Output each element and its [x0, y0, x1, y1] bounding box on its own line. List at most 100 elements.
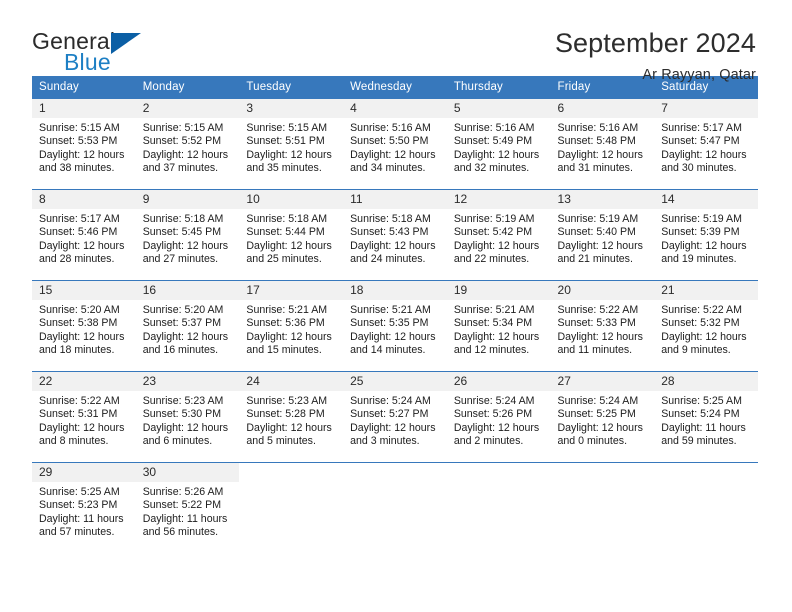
sunrise-text: Sunrise: 5:17 AM [39, 213, 120, 225]
day-details: Sunrise: 5:26 AM Sunset: 5:22 PM Daylight:… [136, 482, 240, 539]
week-row: 8 Sunrise: 5:17 AM Sunset: 5:46 PM Daylight… [32, 189, 758, 281]
day-cell[interactable]: 3 Sunrise: 5:15 AM Sunset: 5:51 PM Daylight… [239, 98, 344, 190]
week-row: 29 Sunrise: 5:25 AM Sunset: 5:23 PM Dayligh… [32, 462, 758, 551]
day-cell[interactable]: 19 Sunrise: 5:21 AM Sunset: 5:34 PM Dayligh… [446, 280, 551, 372]
day-cell[interactable]: 13 Sunrise: 5:19 AM Sunset: 5:40 PM Dayligh… [550, 189, 655, 281]
sunset-text: Sunset: 5:31 PM [39, 408, 118, 421]
day-cell-empty [343, 462, 447, 551]
general-blue-logo[interactable]: General Blue [32, 28, 162, 76]
day-cell[interactable]: 16 Sunrise: 5:20 AM Sunset: 5:37 PM Dayligh… [135, 280, 240, 372]
day-cell[interactable]: 21 Sunrise: 5:22 AM Sunset: 5:32 PM Dayligh… [654, 280, 758, 372]
day-cell[interactable]: 23 Sunrise: 5:23 AM Sunset: 5:30 PM Dayligh… [135, 371, 240, 463]
day-cell[interactable]: 5 Sunrise: 5:16 AM Sunset: 5:49 PM Daylight… [446, 98, 551, 190]
day-details: Sunrise: 5:24 AM Sunset: 5:27 PM Daylight:… [343, 391, 447, 448]
day-number: 23 [135, 372, 240, 391]
day-number [551, 463, 655, 482]
sunset-text: Sunset: 5:25 PM [557, 408, 636, 421]
day-cell[interactable]: 12 Sunrise: 5:19 AM Sunset: 5:42 PM Dayligh… [446, 189, 551, 281]
day-cell[interactable]: 18 Sunrise: 5:21 AM Sunset: 5:35 PM Dayligh… [343, 280, 447, 372]
day-cell[interactable]: 28 Sunrise: 5:25 AM Sunset: 5:24 PM Dayligh… [654, 371, 758, 463]
sunrise-text: Sunrise: 5:21 AM [453, 304, 535, 316]
daylight-text-line2: and 35 minutes. [246, 161, 322, 174]
day-cell[interactable]: 1 Sunrise: 5:15 AM Sunset: 5:53 PM Daylight… [32, 98, 136, 190]
day-number [654, 463, 758, 482]
daylight-text-line2: and 34 minutes. [350, 161, 426, 174]
weekday-header-thursday: Thursday [446, 76, 551, 99]
sunrise-text: Sunrise: 5:22 AM [39, 395, 120, 407]
daylight-text-line1: Daylight: 12 hours [142, 330, 229, 343]
day-number: 16 [135, 281, 240, 300]
day-cell[interactable]: 30 Sunrise: 5:26 AM Sunset: 5:22 PM Dayligh… [135, 462, 240, 551]
day-details: Sunrise: 5:16 AM Sunset: 5:48 PM Daylight:… [551, 118, 655, 175]
sunset-text: Sunset: 5:30 PM [142, 408, 222, 421]
sunrise-text: Sunrise: 5:18 AM [350, 213, 431, 225]
sunrise-text: Sunrise: 5:16 AM [557, 122, 639, 134]
day-cell[interactable]: 15 Sunrise: 5:20 AM Sunset: 5:38 PM Dayligh… [32, 280, 136, 372]
day-details: Sunrise: 5:24 AM Sunset: 5:26 PM Daylight:… [447, 391, 551, 448]
day-cell[interactable]: 8 Sunrise: 5:17 AM Sunset: 5:46 PM Daylight… [32, 189, 136, 281]
day-details: Sunrise: 5:22 AM Sunset: 5:33 PM Daylight:… [551, 300, 655, 357]
daylight-text-line1: Daylight: 12 hours [453, 239, 540, 252]
title-block: September 2024 Ar Rayyan, Qatar [555, 28, 758, 83]
daylight-text-line2: and 5 minutes. [246, 434, 316, 447]
day-number: 25 [343, 372, 447, 391]
daylight-text-line1: Daylight: 12 hours [350, 421, 436, 434]
day-cell[interactable]: 10 Sunrise: 5:18 AM Sunset: 5:44 PM Dayligh… [239, 189, 344, 281]
sunset-text: Sunset: 5:39 PM [661, 226, 740, 239]
day-cell[interactable]: 26 Sunrise: 5:24 AM Sunset: 5:26 PM Dayligh… [446, 371, 551, 463]
sunrise-text: Sunrise: 5:15 AM [39, 122, 120, 134]
day-cell[interactable]: 7 Sunrise: 5:17 AM Sunset: 5:47 PM Daylight… [654, 98, 758, 190]
day-number [447, 463, 551, 482]
sunset-text: Sunset: 5:44 PM [246, 226, 325, 239]
day-number: 5 [446, 99, 551, 118]
day-number: 8 [32, 190, 136, 209]
day-details: Sunrise: 5:19 AM Sunset: 5:40 PM Daylight:… [551, 209, 655, 266]
day-details: Sunrise: 5:23 AM Sunset: 5:28 PM Daylight:… [239, 391, 343, 448]
day-cell[interactable]: 25 Sunrise: 5:24 AM Sunset: 5:27 PM Dayligh… [343, 371, 447, 463]
day-details: Sunrise: 5:15 AM Sunset: 5:51 PM Daylight:… [239, 118, 343, 175]
sunset-text: Sunset: 5:43 PM [350, 226, 429, 239]
sunrise-text: Sunrise: 5:20 AM [39, 304, 120, 316]
day-details: Sunrise: 5:15 AM Sunset: 5:53 PM Daylight:… [32, 118, 136, 175]
day-number: 28 [654, 372, 758, 391]
daylight-text-line1: Daylight: 12 hours [661, 148, 747, 161]
day-details: Sunrise: 5:25 AM Sunset: 5:24 PM Daylight:… [654, 391, 758, 448]
sunrise-text: Sunrise: 5:15 AM [142, 122, 224, 134]
day-number: 14 [654, 190, 758, 209]
daylight-text-line1: Daylight: 12 hours [246, 239, 332, 252]
sunrise-text: Sunrise: 5:18 AM [142, 213, 224, 225]
day-cell[interactable]: 27 Sunrise: 5:24 AM Sunset: 5:25 PM Dayligh… [550, 371, 655, 463]
day-cell[interactable]: 9 Sunrise: 5:18 AM Sunset: 5:45 PM Daylight… [135, 189, 240, 281]
sunrise-text: Sunrise: 5:19 AM [557, 213, 639, 225]
calendar-page: General Blue September 2024 Ar Rayyan, Q… [0, 0, 792, 612]
daylight-text-line2: and 8 minutes. [39, 434, 109, 447]
day-cell[interactable]: 6 Sunrise: 5:16 AM Sunset: 5:48 PM Daylight… [550, 98, 655, 190]
day-cell[interactable]: 11 Sunrise: 5:18 AM Sunset: 5:43 PM Dayligh… [343, 189, 447, 281]
daylight-text-line2: and 9 minutes. [661, 343, 731, 356]
sunset-text: Sunset: 5:52 PM [142, 135, 222, 148]
day-number: 17 [239, 281, 344, 300]
daylight-text-line2: and 38 minutes. [39, 161, 115, 174]
daylight-text-line1: Daylight: 12 hours [246, 330, 332, 343]
day-cell[interactable]: 2 Sunrise: 5:15 AM Sunset: 5:52 PM Daylight… [135, 98, 240, 190]
sunset-text: Sunset: 5:48 PM [557, 135, 636, 148]
day-cell[interactable]: 14 Sunrise: 5:19 AM Sunset: 5:39 PM Dayligh… [654, 189, 758, 281]
page-title: September 2024 [554, 28, 756, 58]
sunset-text: Sunset: 5:27 PM [350, 408, 429, 421]
day-cell[interactable]: 4 Sunrise: 5:16 AM Sunset: 5:50 PM Daylight… [343, 98, 447, 190]
daylight-text-line2: and 6 minutes. [142, 434, 213, 447]
sunrise-text: Sunrise: 5:24 AM [453, 395, 535, 407]
daylight-text-line2: and 2 minutes. [453, 434, 524, 447]
sunrise-text: Sunrise: 5:24 AM [557, 395, 639, 407]
day-number: 27 [550, 372, 655, 391]
day-cell[interactable]: 20 Sunrise: 5:22 AM Sunset: 5:33 PM Dayligh… [550, 280, 655, 372]
daylight-text-line1: Daylight: 12 hours [246, 148, 332, 161]
day-number: 4 [343, 99, 447, 118]
day-cell[interactable]: 17 Sunrise: 5:21 AM Sunset: 5:36 PM Dayligh… [239, 280, 344, 372]
day-cell[interactable]: 22 Sunrise: 5:22 AM Sunset: 5:31 PM Dayligh… [32, 371, 136, 463]
day-number: 7 [654, 99, 758, 118]
day-number: 11 [343, 190, 447, 209]
day-cell[interactable]: 24 Sunrise: 5:23 AM Sunset: 5:28 PM Dayligh… [239, 371, 344, 463]
day-cell[interactable]: 29 Sunrise: 5:25 AM Sunset: 5:23 PM Dayligh… [32, 462, 136, 551]
daylight-text-line2: and 30 minutes. [661, 161, 737, 174]
